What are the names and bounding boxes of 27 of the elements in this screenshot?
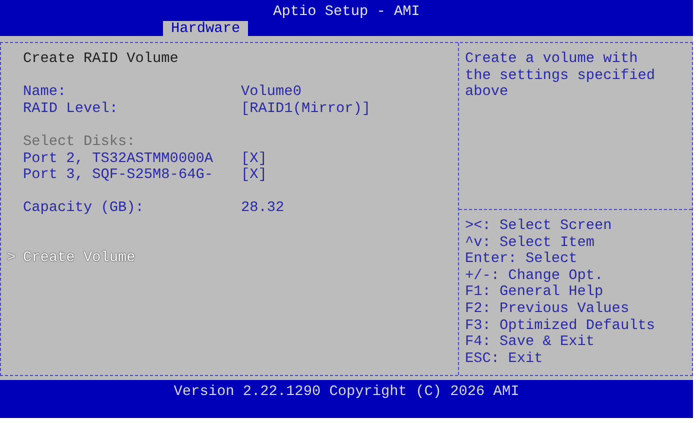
setting-label[interactable]: RAID Level: bbox=[23, 100, 241, 118]
setting-label[interactable]: Port 2, TS32ASTMM0000A bbox=[23, 150, 241, 168]
setting-value[interactable]: [X] bbox=[241, 150, 267, 168]
key-hint: Enter: Select bbox=[465, 251, 578, 268]
version-text: Version 2.22.1290 Copyright (C) 2026 AMI bbox=[172, 383, 520, 402]
key-hint: ><: Select Screen bbox=[465, 218, 613, 235]
setting-label[interactable]: Port 3, SQF-S25M8-64G- bbox=[23, 167, 241, 184]
setting-label: Select Disks: bbox=[23, 134, 136, 151]
key-hint: F3: Optimized Defaults bbox=[465, 318, 656, 334]
help-text: Create a volume with bbox=[465, 51, 639, 68]
key-hint: F4: Save & Exit bbox=[465, 334, 596, 351]
window-title: Aptio Setup - AMI bbox=[273, 3, 420, 21]
help-text: above bbox=[465, 84, 510, 101]
setting-label[interactable]: Name: bbox=[23, 84, 241, 101]
setting-label[interactable]: Capacity (GB): bbox=[23, 200, 241, 217]
setting-value[interactable]: 28.32 bbox=[241, 200, 284, 217]
key-hint: +/-: Change Opt. bbox=[465, 268, 604, 284]
key-hint: F2: Previous Values bbox=[465, 300, 630, 318]
help-text: the settings specified bbox=[465, 68, 656, 84]
setting-value[interactable]: Volume0 bbox=[241, 84, 302, 101]
key-hint: ^v: Select Item bbox=[465, 234, 596, 252]
setting-value[interactable]: [RAID1(Mirror)] bbox=[241, 100, 371, 118]
key-hint: F1: General Help bbox=[465, 284, 604, 301]
submenu-marker: > bbox=[7, 250, 16, 267]
setting-value[interactable]: [X] bbox=[241, 167, 267, 184]
key-hint: ESC: Exit bbox=[465, 350, 544, 368]
form-heading: Create RAID Volume bbox=[23, 51, 180, 68]
